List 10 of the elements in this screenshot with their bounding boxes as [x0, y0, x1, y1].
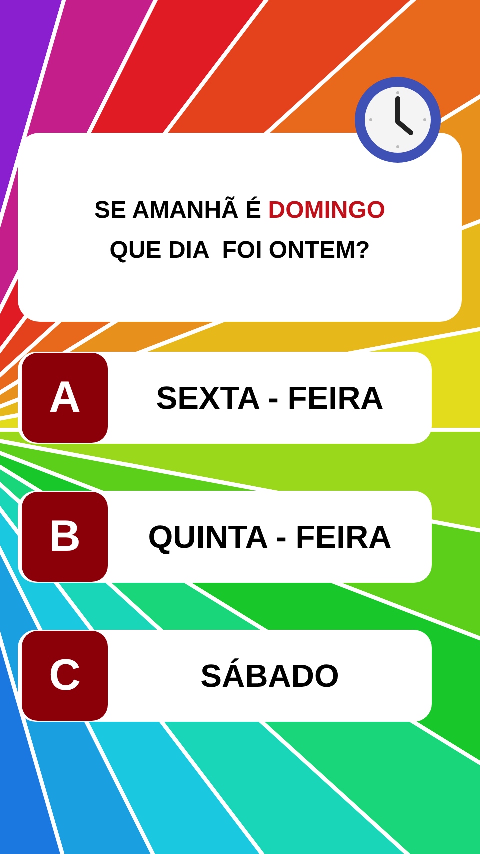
option-letter: A: [22, 353, 108, 443]
answer-option[interactable]: C SÁBADO: [18, 630, 432, 722]
option-text: SEXTA - FEIRA: [155, 379, 385, 418]
option-text: QUINTA - FEIRA: [147, 518, 393, 557]
option-text: SÁBADO: [200, 657, 340, 696]
answer-option[interactable]: B QUINTA - FEIRA: [18, 491, 432, 583]
option-letter: C: [22, 631, 108, 721]
question-text: SE AMANHÃ É DOMINGO QUE DIA FOI ONTEM?: [94, 196, 386, 266]
option-letter: B: [22, 492, 108, 582]
answer-option[interactable]: A SEXTA - FEIRA: [18, 352, 432, 444]
